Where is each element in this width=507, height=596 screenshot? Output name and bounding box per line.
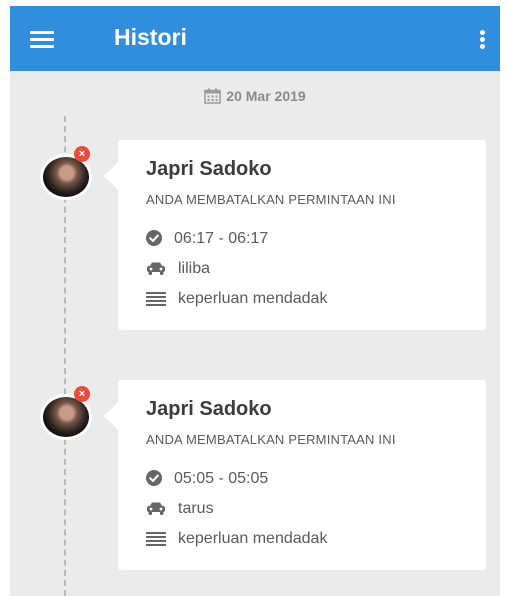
time-range: 06:17 - 06:17 bbox=[174, 230, 269, 247]
more-dot bbox=[480, 37, 485, 42]
cancelled-badge-icon: × bbox=[74, 146, 90, 162]
car-icon bbox=[147, 502, 165, 515]
purpose-row: keperluan mendadak bbox=[146, 290, 327, 308]
driver-name: Japri Sadoko bbox=[146, 398, 272, 420]
more-options-button[interactable] bbox=[472, 24, 492, 54]
purpose-label: keperluan mendadak bbox=[178, 530, 328, 547]
vehicle-label: tarus bbox=[178, 500, 214, 517]
vehicle-row: tarus bbox=[146, 500, 214, 518]
page-title: Histori bbox=[114, 24, 187, 50]
time-row: 06:17 - 06:17 bbox=[146, 230, 268, 248]
purpose-label: keperluan mendadak bbox=[178, 290, 328, 307]
history-card[interactable]: Japri Sadoko ANDA MEMBATALKAN PERMINTAAN… bbox=[104, 140, 486, 330]
history-card[interactable]: Japri Sadoko ANDA MEMBATALKAN PERMINTAAN… bbox=[104, 380, 486, 570]
hamburger-line bbox=[30, 45, 54, 48]
request-status: ANDA MEMBATALKAN PERMINTAAN INI bbox=[146, 192, 396, 207]
app-bar: Histori bbox=[10, 6, 500, 71]
driver-name: Japri Sadoko bbox=[146, 158, 272, 180]
list-lines-icon bbox=[146, 532, 166, 546]
list-lines-icon bbox=[146, 292, 166, 306]
history-screen: Histori 20 Mar 2019 × Japri Sadoko ANDA … bbox=[10, 6, 500, 596]
hamburger-line bbox=[30, 38, 54, 41]
check-circle-icon bbox=[146, 230, 162, 246]
cancelled-badge-icon: × bbox=[74, 386, 90, 402]
date-header: 20 Mar 2019 bbox=[10, 88, 500, 104]
date-label: 20 Mar 2019 bbox=[226, 88, 306, 104]
request-status: ANDA MEMBATALKAN PERMINTAAN INI bbox=[146, 432, 396, 447]
time-range: 05:05 - 05:05 bbox=[174, 470, 269, 487]
car-icon bbox=[147, 262, 165, 275]
hamburger-menu-icon bbox=[30, 31, 54, 34]
menu-button[interactable] bbox=[26, 24, 62, 54]
more-dot bbox=[480, 44, 485, 49]
calendar-icon bbox=[204, 88, 222, 104]
more-vert-icon bbox=[480, 30, 485, 35]
vehicle-row: liliba bbox=[146, 260, 210, 278]
check-circle-icon bbox=[146, 470, 162, 486]
purpose-row: keperluan mendadak bbox=[146, 530, 327, 548]
time-row: 05:05 - 05:05 bbox=[146, 470, 268, 488]
vehicle-label: liliba bbox=[178, 260, 211, 277]
